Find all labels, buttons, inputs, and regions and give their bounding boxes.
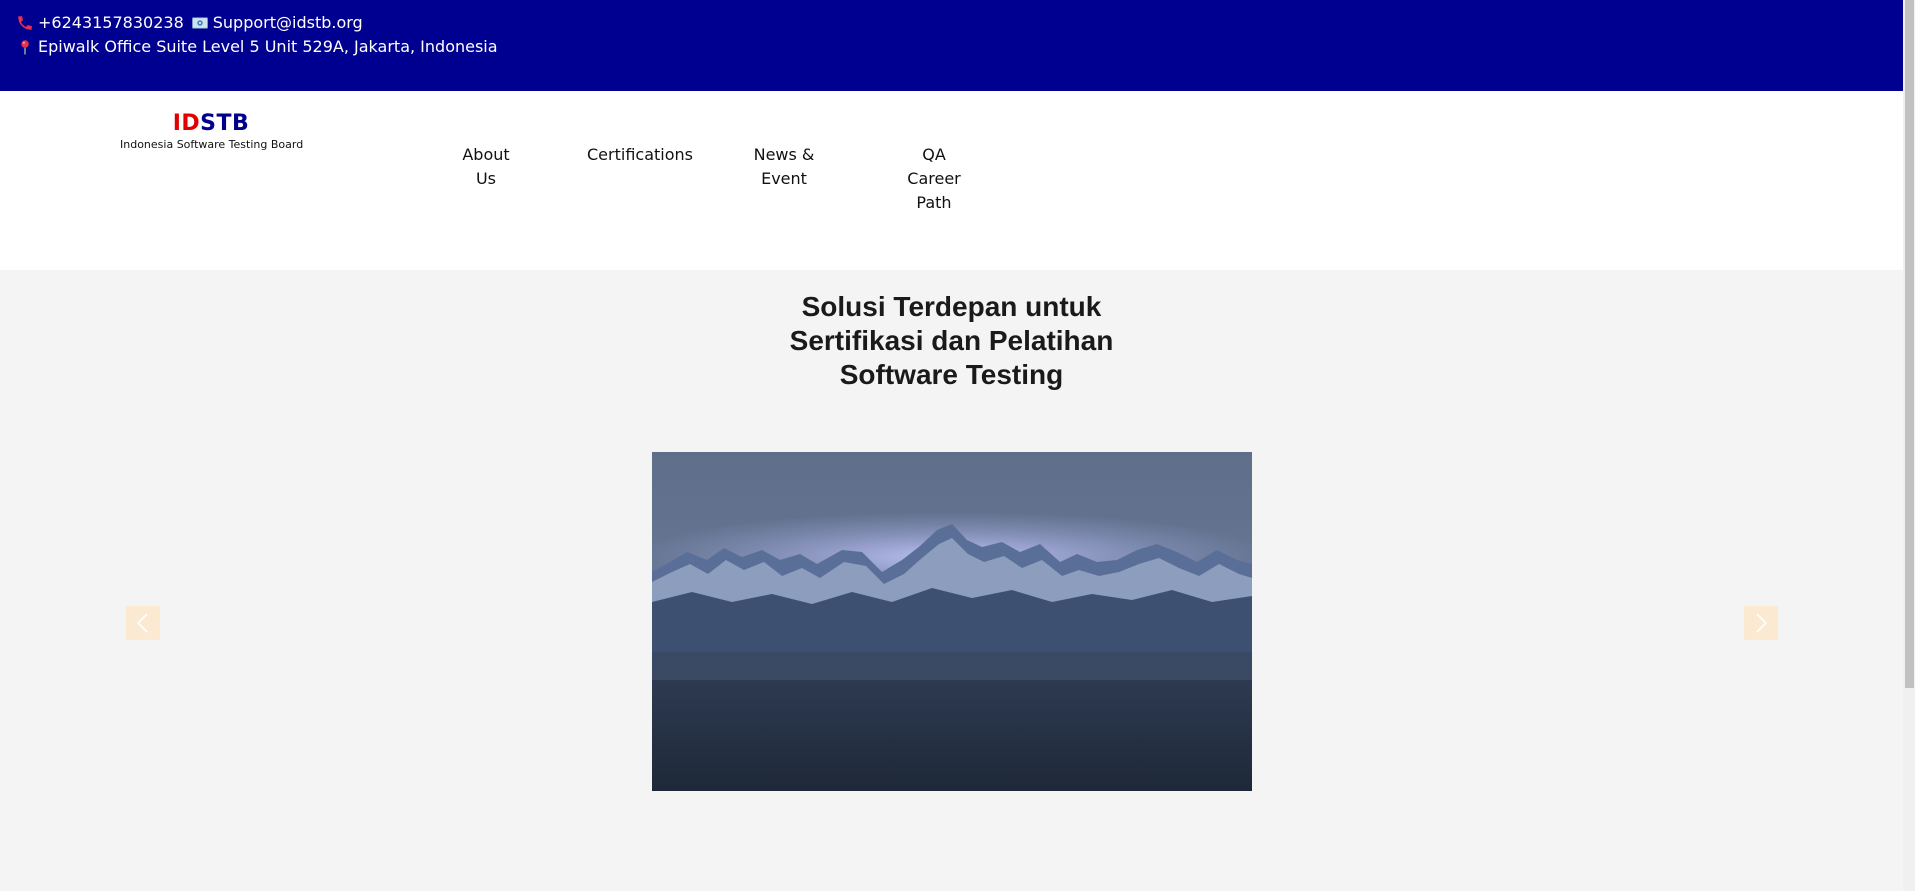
contact-line-address: Epiwalk Office Suite Level 5 Unit 529A, … <box>16 37 498 56</box>
nav-about-us[interactable]: About Us <box>451 143 521 191</box>
pin-icon <box>16 38 34 56</box>
mail-icon <box>191 14 209 32</box>
hero-title: Solusi Terdepan untuk Sertifikasi dan Pe… <box>789 291 1114 390</box>
phone-icon <box>16 14 34 32</box>
hero-carousel-image <box>652 452 1252 791</box>
scrollbar-thumb[interactable] <box>1905 0 1914 688</box>
logo-id: ID <box>172 111 201 136</box>
phone-number[interactable]: +6243157830238 <box>38 13 184 32</box>
logo-stb: STB <box>200 111 250 136</box>
email-address[interactable]: Support@idstb.org <box>213 13 363 32</box>
carousel-next-button[interactable] <box>1744 606 1778 640</box>
chevron-right-icon <box>1756 613 1768 633</box>
site-header: IDSTB Indonesia Software Testing Board A… <box>0 91 1903 270</box>
hero-section: Solusi Terdepan untuk Sertifikasi dan Pe… <box>0 270 1903 891</box>
nav-news-event[interactable]: News & Event <box>748 143 820 191</box>
logo-tagline: Indonesia Software Testing Board <box>120 138 304 151</box>
logo-wordmark: IDSTB <box>120 113 302 135</box>
contact-line-phone-email: +6243157830238 Support@idstb.org <box>16 13 363 32</box>
top-contact-bar: +6243157830238 Support@idstb.org Epiwalk… <box>0 0 1903 91</box>
chevron-left-icon <box>136 613 148 633</box>
nav-certifications[interactable]: Certifications <box>587 143 693 167</box>
site-logo[interactable]: IDSTB Indonesia Software Testing Board <box>120 113 304 152</box>
nav-qa-career-path[interactable]: QA Career Path <box>893 143 975 215</box>
office-address: Epiwalk Office Suite Level 5 Unit 529A, … <box>38 37 498 56</box>
carousel-prev-button[interactable] <box>126 606 160 640</box>
page-scrollbar[interactable] <box>1903 0 1915 891</box>
